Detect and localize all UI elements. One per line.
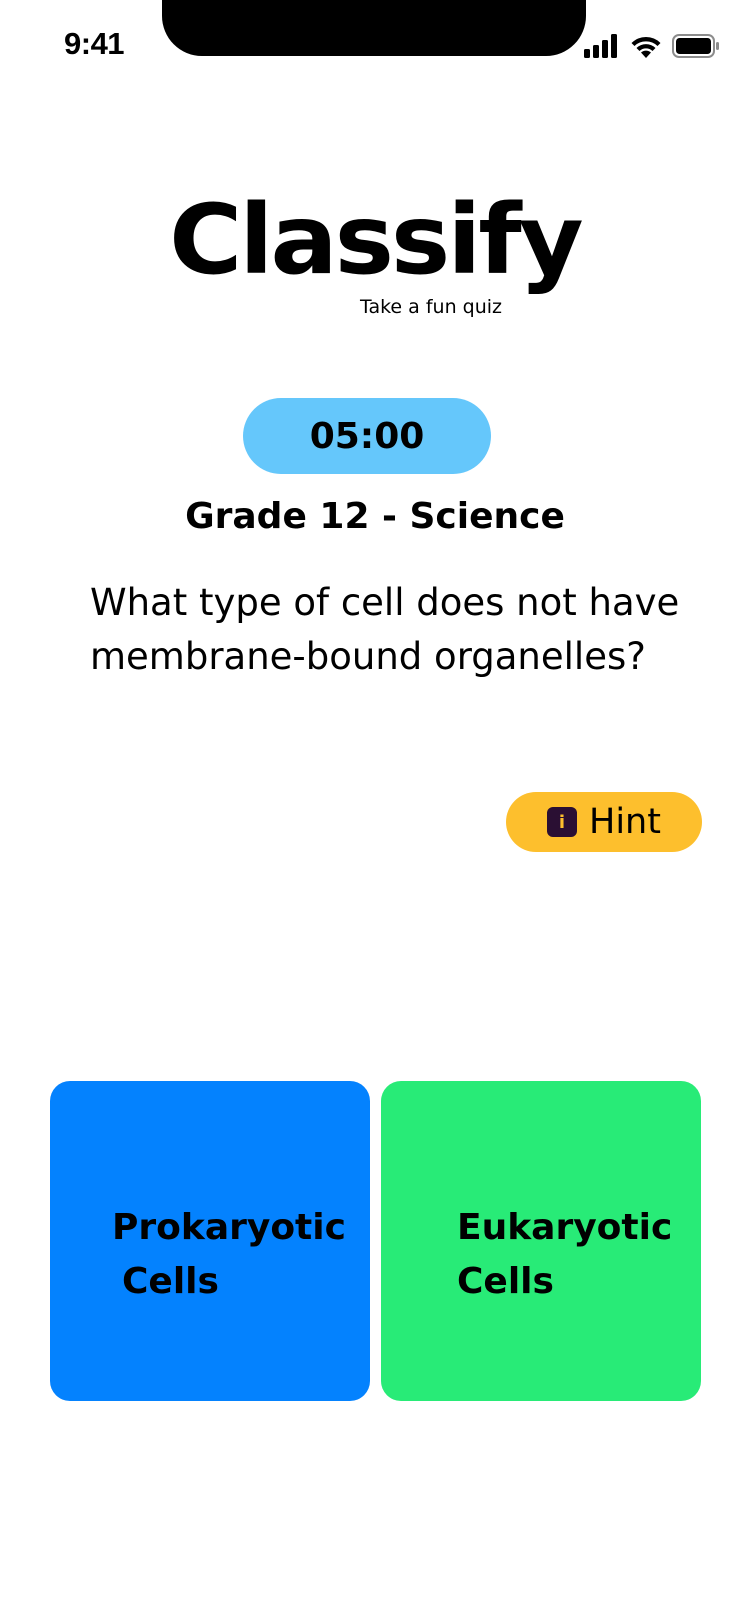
hint-label: Hint: [589, 802, 661, 842]
answer-option-label: Eukaryotic Cells: [457, 1201, 672, 1309]
answer-label-line2: Cells: [122, 1261, 219, 1302]
logo-wordmark: Classify: [169, 184, 584, 296]
battery-icon: [672, 34, 720, 58]
app-logo: Classify: [0, 192, 750, 288]
answer-option-prokaryotic[interactable]: Prokaryotic Cells: [50, 1081, 370, 1401]
status-bar-icons: [584, 28, 720, 64]
wifi-icon: [630, 34, 662, 58]
answer-label-line1: Prokaryotic: [112, 1207, 346, 1248]
device-notch: [162, 0, 586, 56]
hint-button[interactable]: i Hint: [506, 792, 702, 852]
quiz-timer: 05:00: [243, 398, 491, 474]
info-icon: i: [547, 807, 578, 837]
answer-label-line1: Eukaryotic: [457, 1207, 673, 1248]
logo-tagline: Take a fun quiz: [360, 296, 503, 318]
status-bar-time: 9:41: [64, 26, 125, 61]
answer-label-line2: Cells: [457, 1261, 554, 1302]
answer-option-label: Prokaryotic Cells: [112, 1201, 346, 1309]
cellular-signal-icon: [584, 34, 620, 58]
quiz-question: What type of cell does not have membrane…: [90, 581, 680, 678]
answer-option-eukaryotic[interactable]: Eukaryotic Cells: [381, 1081, 701, 1401]
quiz-subject-title: Grade 12 - Science: [185, 496, 565, 537]
